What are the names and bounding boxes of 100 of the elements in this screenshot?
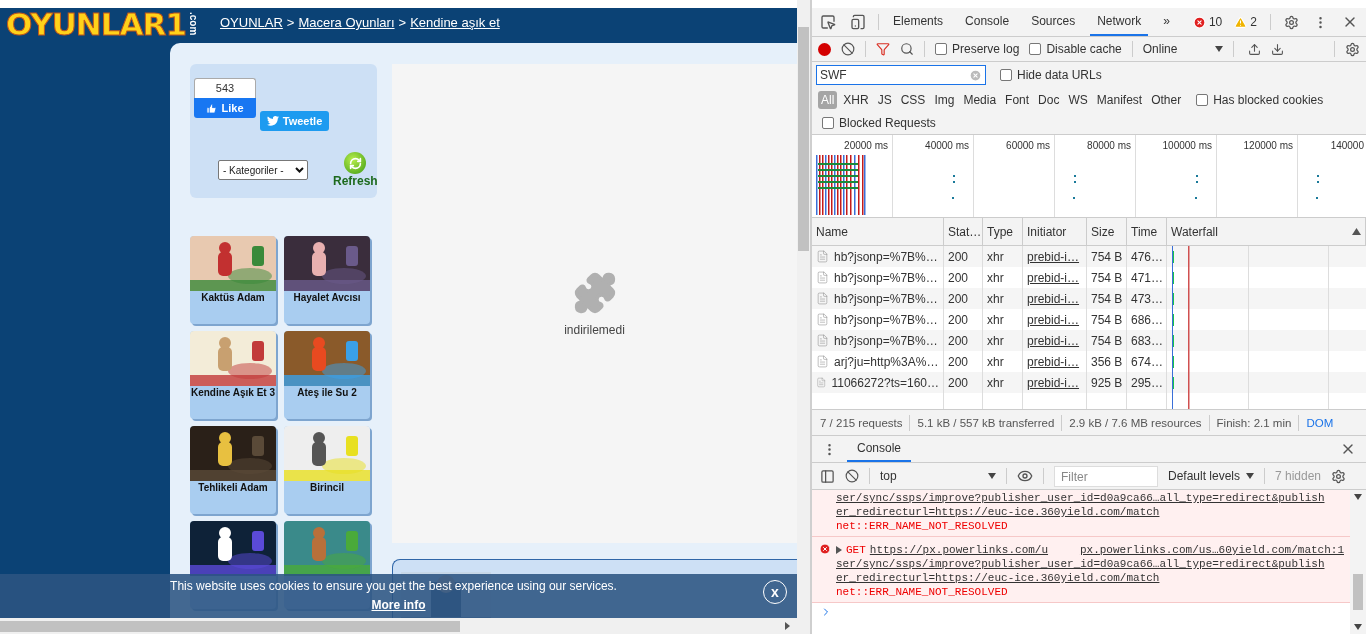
table-cell: 476… <box>1131 249 1164 264</box>
table-cell: xhr <box>987 354 1004 369</box>
error-text: net::ERR_NAME_NOT_RESOLVED <box>836 585 1009 599</box>
initiator-link[interactable]: prebid-i… <box>1027 291 1080 306</box>
table-cell: 200 <box>948 333 969 348</box>
throttling-select[interactable]: Online <box>1142 42 1223 56</box>
like-button[interactable]: Like <box>194 98 256 118</box>
type-filter-button[interactable]: Other <box>1148 91 1185 109</box>
game-tile[interactable]: Ateş ile Su 2 <box>284 331 370 419</box>
devtools-tab[interactable]: Elements <box>886 8 951 36</box>
breadcrumb-link[interactable]: OYUNLAR <box>220 15 283 30</box>
game-tile[interactable]: Kendine Aşık Et 3 <box>190 331 276 419</box>
initiator-link[interactable]: prebid-i… <box>1027 354 1080 369</box>
type-filter-button[interactable]: CSS <box>897 91 929 109</box>
checkbox-option[interactable]: Blocked Requests <box>822 116 936 130</box>
context-select[interactable]: top <box>880 469 996 483</box>
category-select[interactable]: - Kategoriler - <box>218 160 308 180</box>
checkbox-option[interactable]: Disable cache <box>1029 42 1122 56</box>
checkbox-option[interactable]: Has blocked cookies <box>1196 93 1324 107</box>
like-count: 543 <box>194 78 256 98</box>
error-text: net::ERR_NAME_NOT_RESOLVED <box>836 519 1009 533</box>
game-tile[interactable]: Tehlikeli Adam <box>190 426 276 514</box>
request-name[interactable]: hb?jsonp=%7B%… <box>834 270 938 285</box>
request-name[interactable]: hb?jsonp=%7B%… <box>834 312 938 327</box>
game-title: Kendine Aşık Et 3 <box>190 386 276 398</box>
url-line[interactable]: er_redirecturl=https://euc-ice.360yield.com/match <box>836 571 1350 585</box>
initiator-link[interactable]: prebid-i… <box>1027 249 1080 264</box>
game-tile[interactable]: Kaktüs Adam <box>190 236 276 324</box>
type-filter-button[interactable]: XHR <box>840 91 872 109</box>
type-filter-button[interactable]: WS <box>1065 91 1091 109</box>
time-tick-label: 20000 ms <box>844 140 888 152</box>
devtools-tab[interactable]: Sources <box>1024 8 1083 36</box>
game-tile[interactable]: Birincil <box>284 426 370 514</box>
checkbox-option[interactable]: Preserve log <box>935 42 1020 56</box>
checkbox-option[interactable]: Hide data URLs <box>1000 68 1102 82</box>
column-header[interactable]: Name <box>812 218 944 245</box>
request-name[interactable]: hb?jsonp=%7B%… <box>834 249 938 264</box>
initiator-link[interactable]: prebid-i… <box>1027 312 1080 327</box>
filter-field[interactable]: SWF <box>816 65 986 85</box>
table-cell: xhr <box>987 270 1004 285</box>
request-name[interactable]: hb?jsonp=%7B%… <box>834 333 938 348</box>
type-filter-button[interactable]: Img <box>931 91 958 109</box>
breadcrumb-separator: > <box>286 15 295 30</box>
time-tick-label: 120000 ms <box>1243 140 1293 152</box>
url-line[interactable]: er_redirecturl=https://euc-ice.360yield.com/match <box>836 505 1350 519</box>
type-filter-button[interactable]: Doc <box>1035 91 1063 109</box>
column-header[interactable]: Type <box>983 218 1023 245</box>
breadcrumb-link[interactable]: Macera Oyunları <box>298 15 395 30</box>
table-cell: 754 B <box>1091 312 1123 327</box>
summary-text: 2.9 kB / 7.6 MB resources <box>1069 416 1202 429</box>
table-cell: 200 <box>948 270 969 285</box>
type-filter-button[interactable]: JS <box>874 91 895 109</box>
url-line[interactable]: ser/sync/ssps/improve?publisher_user_id=d0a9ca66…all_type=redirect&publish <box>836 557 1350 571</box>
type-filter-button[interactable]: Font <box>1002 91 1033 109</box>
table-cell: 754 B <box>1091 249 1123 264</box>
source-link[interactable]: px.powerlinks.com/us…60yield.com/match:1 <box>1079 543 1344 557</box>
time-tick-label: 60000 ms <box>1006 140 1050 152</box>
column-header[interactable]: Time <box>1127 218 1167 245</box>
breadcrumb-link[interactable]: Kendine aşık et <box>410 15 500 30</box>
more-info-link[interactable]: More info <box>371 598 426 612</box>
column-header[interactable]: Initiator <box>1023 218 1087 245</box>
log-levels-select[interactable]: Default levels <box>1168 469 1254 483</box>
table-cell: xhr <box>987 249 1004 264</box>
cookie-message: This website uses cookies to ensure you get the best experience using our services. <box>170 579 617 593</box>
summary-text: 7 / 215 requests <box>820 416 903 429</box>
column-header[interactable]: Size <box>1087 218 1127 245</box>
game-title: Birincil <box>309 481 345 493</box>
table-cell: xhr <box>987 312 1004 327</box>
refresh-link[interactable]: Refresh <box>333 174 378 188</box>
initiator-link[interactable]: prebid-i… <box>1027 270 1080 285</box>
dom-link[interactable]: DOM <box>1306 416 1334 429</box>
column-header[interactable]: Waterfall <box>1167 218 1366 245</box>
request-name[interactable]: 11066272?ts=160… <box>831 375 939 390</box>
more-tabs-button[interactable]: » <box>1156 8 1177 36</box>
game-tile[interactable]: Hayalet Avcısı <box>284 236 370 324</box>
initiator-link[interactable]: prebid-i… <box>1027 333 1080 348</box>
hidden-count: 7 hidden <box>1275 469 1322 483</box>
devtools-tab[interactable]: Console <box>958 8 1017 36</box>
column-header[interactable]: Stat… <box>944 218 983 245</box>
table-cell: 473… <box>1131 291 1164 306</box>
initiator-link[interactable]: prebid-i… <box>1027 375 1080 390</box>
breadcrumb-separator: > <box>398 15 407 30</box>
summary-text: 5.1 kB / 557 kB transferred <box>917 416 1055 429</box>
site-logo[interactable]: OYUNLAR1 <box>6 8 186 40</box>
url-line[interactable]: ser/sync/ssps/improve?publisher_user_id=d0a9ca66…all_type=redirect&publish <box>836 491 1350 505</box>
request-name[interactable]: hb?jsonp=%7B%… <box>834 291 938 306</box>
table-cell: xhr <box>987 291 1004 306</box>
type-filter-button[interactable]: Media <box>960 91 1000 109</box>
error-count[interactable]: 10 <box>1208 15 1223 29</box>
request-name[interactable]: arj?ju=http%3A%… <box>834 354 939 369</box>
warning-count[interactable]: 2 <box>1250 15 1257 29</box>
logo-suffix: .com <box>188 12 198 36</box>
request-url[interactable]: https://px.powerlinks.com/u <box>869 543 1049 557</box>
filter-field[interactable]: Filter <box>1054 465 1158 487</box>
table-cell: 754 B <box>1091 291 1123 306</box>
time-tick-label: 100000 ms <box>1162 140 1212 152</box>
table-cell: 471… <box>1131 270 1164 285</box>
type-filter-button[interactable]: Manifest <box>1093 91 1146 109</box>
table-cell: 683… <box>1131 333 1164 348</box>
game-title: Hayalet Avcısı <box>292 291 362 303</box>
